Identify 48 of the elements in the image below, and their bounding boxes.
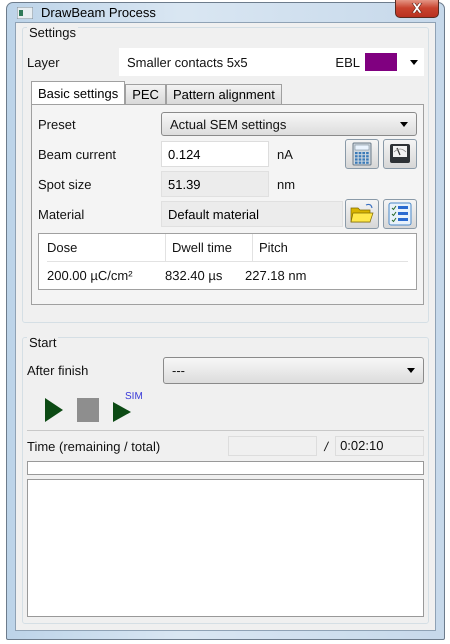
- column-header: Dwell time: [165, 234, 252, 261]
- separator-label: /: [322, 438, 330, 454]
- caret-icon: [407, 368, 415, 372]
- input-field[interactable]: 0.124: [161, 141, 269, 167]
- field-label: Time (remaining / total): [27, 438, 162, 454]
- calculator-button[interactable]: [345, 139, 379, 169]
- group-title: Start: [27, 335, 58, 350]
- field-label: Spot size: [38, 176, 92, 192]
- meter-button[interactable]: [383, 139, 417, 169]
- input-field[interactable]: Default material: [161, 201, 343, 227]
- unit-label: nm: [277, 176, 296, 192]
- window-title: DrawBeam Process: [41, 5, 157, 20]
- close-button[interactable]: [395, 0, 439, 18]
- checklist-button[interactable]: [383, 199, 417, 229]
- play-icon: [113, 402, 131, 422]
- input-field[interactable]: 51.39: [161, 171, 269, 197]
- field-label: Layer: [27, 54, 61, 70]
- field-label: Material: [38, 206, 86, 222]
- table-cell-text: 200.00 µC/cm²: [47, 268, 134, 283]
- group-title: Settings: [27, 25, 78, 40]
- table-cell-text: 832.40 µs: [165, 268, 224, 283]
- column-header: Pitch: [252, 234, 288, 261]
- simulate-button[interactable]: SIM: [113, 391, 147, 422]
- field-label: Beam current: [38, 146, 118, 162]
- play-button[interactable]: [45, 398, 63, 422]
- column-header: Dose: [47, 240, 78, 255]
- caret-icon: [410, 60, 418, 64]
- sim-label: SIM: [125, 391, 143, 402]
- tab[interactable]: Pattern alignment: [166, 84, 282, 104]
- checklist-icon: [386, 200, 414, 228]
- tab[interactable]: PEC: [125, 84, 166, 104]
- table-cell: 227.18 nm: [245, 268, 306, 283]
- field-label: After finish: [27, 362, 90, 378]
- time-field: 0:02:10: [335, 436, 424, 456]
- preset-dropdown[interactable]: Actual SEM settings: [161, 112, 417, 136]
- layer-dropdown[interactable]: Smaller contacts 5x5 EBL: [119, 48, 424, 76]
- dropdown-value: Smaller contacts 5x5: [127, 54, 249, 70]
- tab[interactable]: Basic settings: [31, 81, 126, 104]
- play-icon: [45, 398, 63, 422]
- unit-label: nA: [277, 146, 294, 162]
- layer-tag: EBL: [335, 54, 360, 70]
- close-icon: [411, 2, 423, 12]
- field-label: Preset: [38, 116, 77, 132]
- folder-button[interactable]: [345, 199, 379, 229]
- after-finish-dropdown[interactable]: ---: [163, 356, 424, 384]
- stop-icon: [77, 398, 99, 422]
- caret-icon: [400, 122, 408, 126]
- app-icon: [17, 6, 33, 18]
